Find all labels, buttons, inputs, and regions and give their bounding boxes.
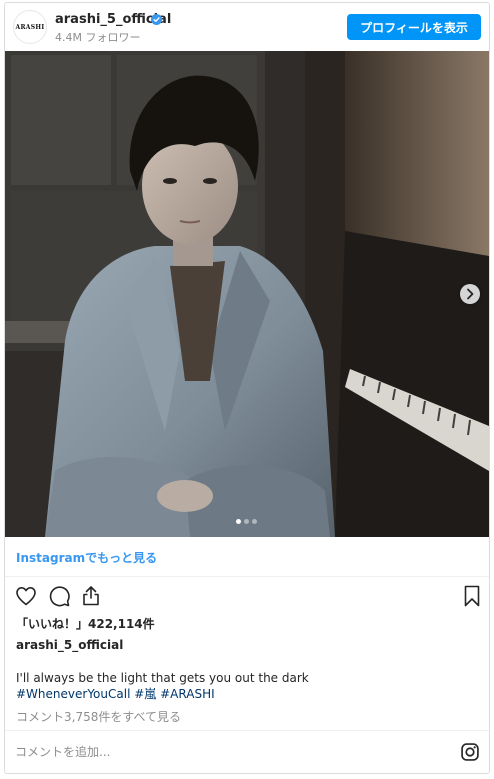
avatar-logo: ARASHI: [15, 23, 45, 31]
instagram-embed-card: ARASHI arashi_5_official 4.4M フォロワー プロフィ…: [4, 2, 490, 774]
avatar[interactable]: ARASHI: [13, 10, 47, 44]
view-profile-button[interactable]: プロフィールを表示: [347, 14, 481, 40]
next-slide-button[interactable]: [460, 284, 480, 304]
comment-icon[interactable]: [47, 584, 71, 608]
hashtag-link[interactable]: #WheneverYouCall: [16, 687, 130, 701]
slide-dot: [252, 519, 257, 524]
slide-dot: [244, 519, 249, 524]
like-count[interactable]: 「いいね！」422,114件: [16, 615, 155, 632]
view-more-on-instagram-link[interactable]: Instagramでもっと見る: [16, 549, 157, 566]
slide-dot: [236, 519, 241, 524]
verified-icon: [151, 14, 162, 25]
post-image[interactable]: [5, 51, 489, 537]
view-all-comments-link[interactable]: コメント3,758件をすべて見る: [16, 708, 181, 725]
comment-input[interactable]: [15, 742, 415, 762]
caption-text: I'll always be the light that gets you o…: [16, 671, 309, 685]
follower-count: 4.4M フォロワー: [55, 31, 141, 44]
heart-icon[interactable]: [14, 584, 38, 608]
post-photo-illustration: [5, 51, 489, 537]
action-bar: [5, 581, 489, 613]
share-icon[interactable]: [79, 584, 103, 608]
caption-hashtags: #WheneverYouCall #嵐 #ARASHI: [16, 686, 215, 702]
hashtag-link[interactable]: #ARASHI: [160, 687, 215, 701]
add-comment-bar: [5, 730, 489, 773]
bookmark-icon[interactable]: [460, 584, 484, 608]
instagram-icon[interactable]: [460, 742, 480, 762]
view-more-section: Instagramでもっと見る: [5, 537, 489, 577]
post-header: ARASHI arashi_5_official 4.4M フォロワー プロフィ…: [5, 3, 489, 51]
chevron-right-icon: [467, 288, 474, 300]
hashtag-link[interactable]: #嵐: [134, 687, 156, 701]
slide-indicator: [236, 519, 257, 525]
caption-author[interactable]: arashi_5_official: [16, 638, 123, 652]
